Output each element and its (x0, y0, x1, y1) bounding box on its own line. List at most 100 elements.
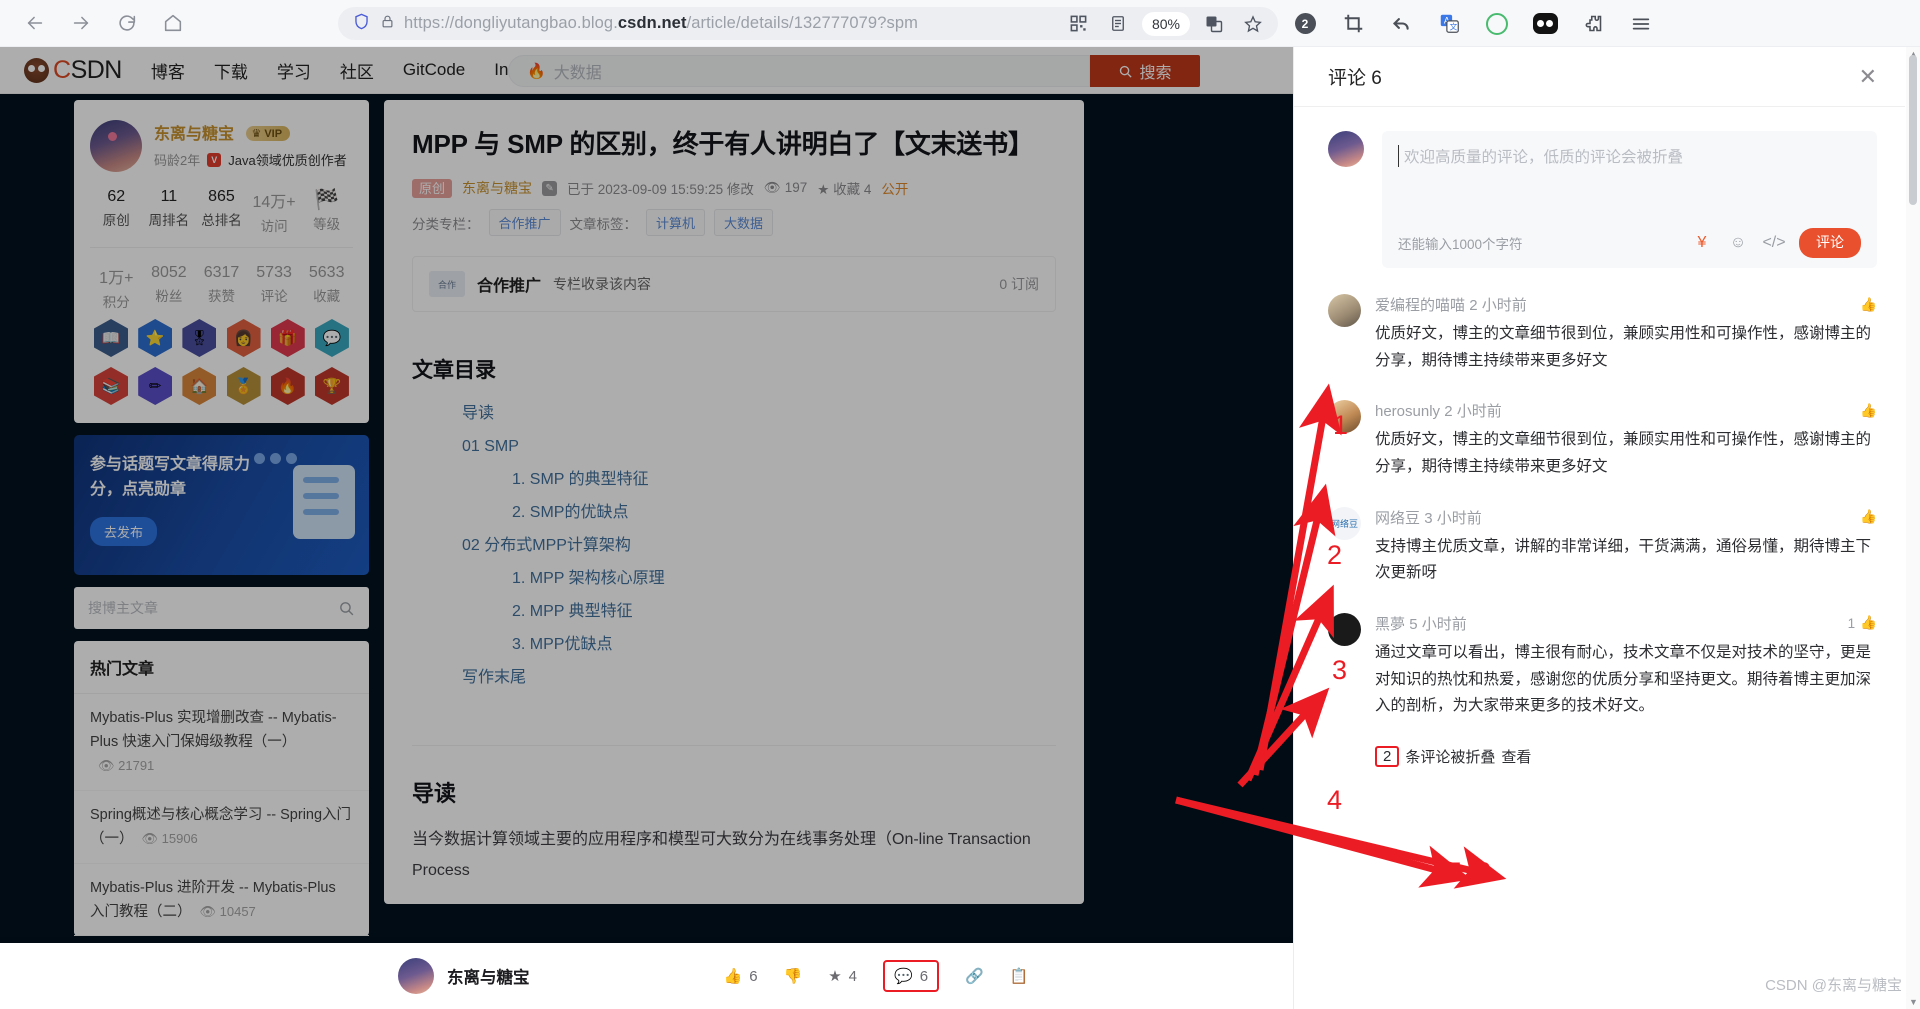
toc-item[interactable]: 1. MPP 架构核心原理 (412, 563, 1056, 596)
undo-icon[interactable] (1386, 9, 1416, 39)
comment-button[interactable]: 💬 6 (883, 960, 939, 992)
badge-icon[interactable]: 🏅 (227, 367, 261, 405)
badge-icon[interactable]: 🏆 (315, 367, 349, 405)
stat-fans[interactable]: 8052粉丝 (143, 264, 196, 311)
qr-code-icon[interactable] (1064, 10, 1094, 38)
stat-points[interactable]: 1万+积分 (90, 264, 143, 311)
emoji-icon[interactable]: ☺ (1727, 232, 1749, 254)
csdn-search-input[interactable]: 🔥 大数据 (508, 55, 1090, 87)
toc-item[interactable]: 导读 (412, 398, 1056, 431)
comment-author[interactable]: 黑夢 5 小时前 (1375, 613, 1467, 634)
yen-icon[interactable]: ¥ (1691, 232, 1713, 254)
list-item[interactable]: Mybatis-Plus 实现增删改查 -- Mybatis-Plus 快速入门… (74, 694, 369, 791)
promo-banner[interactable]: 参与话题写文章得原力分，点亮勋章 去发布 (74, 435, 369, 575)
csdn-search-button[interactable]: 搜索 (1090, 55, 1200, 87)
comment-like-button[interactable]: 👍 (1860, 403, 1877, 419)
folded-comments-row[interactable]: 2 条评论被折叠 查看 (1328, 746, 1877, 767)
tag-pill[interactable]: 计算机 (646, 209, 705, 236)
zoom-level-indicator[interactable]: 80% (1142, 12, 1190, 36)
badge-icon[interactable]: ⭐ (138, 319, 172, 357)
submit-comment-button[interactable]: 评论 (1799, 228, 1861, 258)
nav-link-gitcode[interactable]: GitCode (403, 60, 465, 80)
green-circle-icon[interactable] (1482, 9, 1512, 39)
toc-item[interactable]: 1. 1. SMP 的典型特征SMP 的典型特征 (412, 464, 1056, 497)
action-bar-author-name[interactable]: 东离与糖宝 (447, 964, 530, 988)
nav-link-download[interactable]: 下载 (214, 58, 248, 83)
list-item[interactable]: Mybatis-Plus 进阶开发 -- Mybatis-Plus 入门教程（二… (74, 864, 369, 937)
category-pill[interactable]: 合作推广 (489, 209, 561, 236)
stat-visits[interactable]: 14万+访问 (248, 188, 301, 235)
translate-icon[interactable]: A (1199, 10, 1229, 38)
avatar[interactable] (90, 120, 142, 172)
badge-icon[interactable]: 🔥 (271, 367, 305, 405)
stat-collections[interactable]: 5633收藏 (300, 264, 353, 311)
toc-item[interactable]: 2. MPP 典型特征 (412, 596, 1056, 629)
crop-icon[interactable] (1338, 9, 1368, 39)
notification-badge-icon[interactable]: 2 (1290, 9, 1320, 39)
avatar[interactable] (1328, 613, 1361, 646)
address-bar[interactable]: https://dongliyutangbao.blog.csdn.net/ar… (338, 7, 1278, 40)
page-scrollbar[interactable]: ▲ ▼ (1906, 47, 1920, 1009)
comment-like-button[interactable]: 👍 (1860, 297, 1877, 313)
badge-icon[interactable]: 🏠 (182, 367, 216, 405)
profile-name[interactable]: 东离与糖宝 (154, 126, 234, 143)
toc-item[interactable]: 02 分布式MPP计算架构 (412, 530, 1056, 563)
avatar[interactable] (398, 958, 434, 994)
badge-icon[interactable]: 🎁 (271, 319, 305, 357)
stat-weekly-rank[interactable]: 11周排名 (143, 188, 196, 235)
copy-button[interactable]: 📋 (1010, 967, 1029, 985)
search-icon[interactable] (338, 600, 355, 617)
avatar[interactable] (1328, 294, 1361, 327)
comment-author[interactable]: herosunly 2 小时前 (1375, 400, 1502, 421)
favorite-button[interactable]: ★ 4 (828, 967, 857, 985)
list-item[interactable]: Spring概述与核心概念学习 -- Spring入门（一）👁 15906 (74, 791, 369, 864)
stat-level[interactable]: 🏁 等级 (300, 188, 353, 235)
back-arrow-icon[interactable] (14, 6, 56, 40)
nav-link-study[interactable]: 学习 (277, 58, 311, 83)
bookmark-star-icon[interactable] (1238, 10, 1268, 38)
nav-link-blog[interactable]: 博客 (151, 58, 185, 83)
badge-icon[interactable]: 📖 (94, 319, 128, 357)
scrollbar-thumb[interactable] (1909, 55, 1917, 205)
comment-input[interactable]: 欢迎高质量的评论，低质的评论会被折叠 还能输入1000个字符 ¥ ☺ </> 评… (1382, 131, 1877, 268)
toc-item[interactable]: 01 SMP (412, 431, 1056, 464)
avatar[interactable]: 网络豆 (1328, 507, 1361, 540)
column-subscribe-box[interactable]: 合作 合作推广 专栏收录该内容 0 订阅 (412, 256, 1056, 312)
badge-icon[interactable]: 👩 (227, 319, 261, 357)
toc-item[interactable]: 3. MPP优缺点 (412, 629, 1056, 662)
dislike-button[interactable]: 👎 (784, 967, 803, 985)
translate-ext-icon[interactable]: A文 (1434, 9, 1464, 39)
puzzle-icon[interactable] (1578, 9, 1608, 39)
comment-author[interactable]: 网络豆 3 小时前 (1375, 507, 1482, 528)
article-author[interactable]: 东离与糖宝 (462, 178, 532, 198)
stat-total-rank[interactable]: 865总排名 (195, 188, 248, 235)
share-button[interactable]: 🔗 (965, 967, 984, 985)
stat-likes[interactable]: 6317获赞 (195, 264, 248, 311)
comment-author[interactable]: 爱编程的喵喵 2 小时前 (1375, 294, 1527, 315)
csdn-logo[interactable]: CCSDNSDN (24, 56, 122, 85)
forward-arrow-icon[interactable] (60, 6, 102, 40)
shield-icon[interactable] (352, 12, 371, 36)
like-button[interactable]: 👍 6 (724, 967, 758, 985)
view-folded-link[interactable]: 查看 (1501, 746, 1531, 767)
comment-like-button[interactable]: 👍 (1860, 509, 1877, 525)
badge-icon[interactable]: 🎖 (182, 319, 216, 357)
close-icon[interactable]: ✕ (1859, 66, 1877, 88)
code-icon[interactable]: </> (1763, 232, 1785, 254)
stat-original[interactable]: 62原创 (90, 188, 143, 235)
home-icon[interactable] (152, 6, 194, 40)
stat-comments[interactable]: 5733评论 (248, 264, 301, 311)
chevron-down-icon[interactable]: ▼ (1909, 997, 1918, 1007)
promo-button[interactable]: 去发布 (90, 517, 157, 546)
dots-icon[interactable] (1530, 9, 1560, 39)
badge-icon[interactable]: ✏ (138, 367, 172, 405)
action-bar-author[interactable]: 东离与糖宝 (398, 958, 530, 994)
badge-icon[interactable]: 💬 (315, 319, 349, 357)
tag-pill[interactable]: 大数据 (714, 209, 773, 236)
blog-search-box[interactable]: 搜博主文章 (74, 587, 369, 629)
toc-item[interactable]: 写作末尾 (412, 662, 1056, 695)
reader-mode-icon[interactable] (1103, 10, 1133, 38)
nav-link-community[interactable]: 社区 (340, 58, 374, 83)
menu-icon[interactable] (1626, 9, 1656, 39)
badge-icon[interactable]: 📚 (94, 367, 128, 405)
